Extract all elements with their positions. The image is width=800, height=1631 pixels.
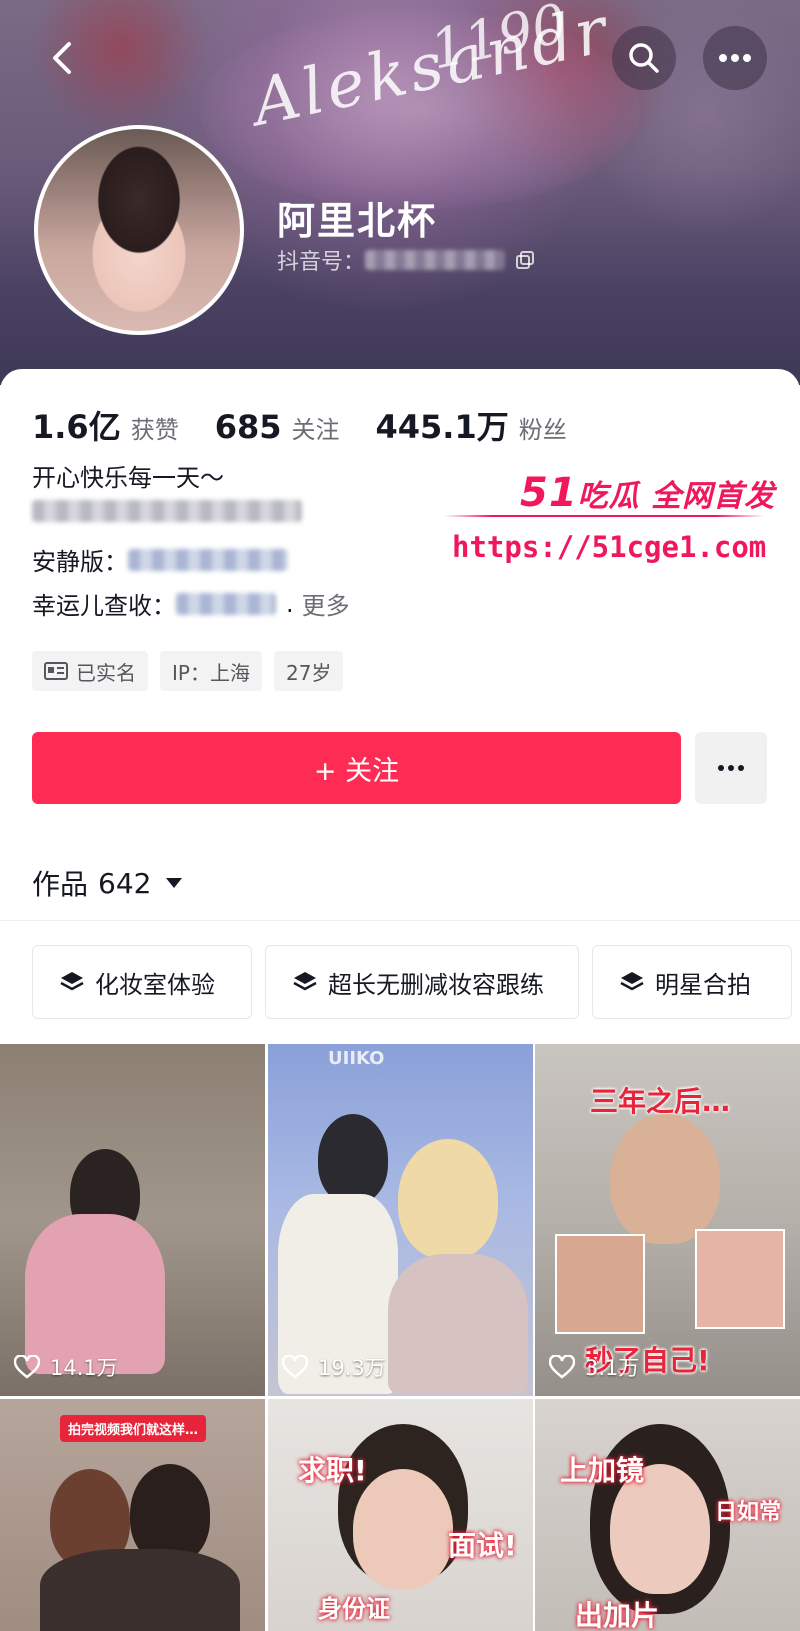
video-likes: 3.1万 [549,1352,639,1382]
layers-icon [60,972,84,991]
bio-line-4: 幸运儿查收： . 更多 [32,586,350,621]
video-likes: 19.3万 [282,1352,386,1382]
thumbnail-figure [25,1214,165,1374]
collection-label: 化妆室体验 [95,970,215,999]
bio-line-2 [32,500,302,522]
followers-label[interactable]: 粉丝 [519,410,567,445]
video-caption: 拍完视频我们就这样… [60,1415,207,1442]
bio-line-3: 安静版： [32,542,288,577]
follow-button[interactable]: + 关注 [32,732,681,804]
watermark-divider [444,515,764,517]
profile-tags: 已实名 IP：上海 27岁 [32,651,344,691]
douyin-id-label: 抖音号： [277,250,366,275]
thumbnail-figure [388,1254,528,1394]
age-tag: 27岁 [273,651,344,691]
video-caption-c: 身份证 [318,1595,390,1623]
collection-label: 超长无删减妆容跟练 [328,970,544,999]
video-caption-b: 面试! [448,1529,517,1562]
follow-more-button[interactable] [695,732,767,804]
search-button[interactable] [612,26,676,90]
bio-line-1: 开心快乐每一天～ [32,464,224,492]
thumbnail-inset [695,1229,785,1329]
watermark-title: 51吃瓜 全网首发 [520,470,775,516]
watermark-number: 51 [520,470,578,516]
works-tab[interactable]: 作品 642 [32,863,183,903]
collections-row: 化妆室体验 超长无删减妆容跟练 明星合拍 [32,945,792,1019]
following-count[interactable]: 685 [215,408,282,446]
video-likes-count: 3.1万 [585,1356,640,1380]
thumbnail-figure [398,1139,498,1259]
douyin-id: 抖音号： [277,244,535,276]
video-caption-c: 出加片 [575,1599,660,1631]
back-button[interactable] [30,26,94,90]
thumbnail-figure [610,1114,720,1244]
likes-label: 获赞 [130,416,179,444]
more-options-button[interactable] [703,26,767,90]
search-icon [629,43,659,73]
copy-icon[interactable] [515,250,535,270]
chevron-left-icon [53,42,71,74]
id-card-icon [44,662,68,680]
collection-makeup-tutorial[interactable]: 超长无删减妆容跟练 [265,945,579,1019]
section-divider [0,920,800,921]
bio-alt-account-label: 安静版： [32,548,128,576]
video-caption-a: 求职! [298,1454,367,1487]
bio-dot: . [286,589,294,618]
thumbnail-figure [353,1469,453,1589]
heart-icon [549,1355,575,1379]
heart-icon [282,1355,308,1379]
ellipsis-icon [718,765,744,771]
thumbnail-inset [555,1234,645,1334]
bio-lucky-link[interactable] [176,592,276,615]
video-thumbnail[interactable]: 14.1万 [0,1044,265,1396]
backdrop-sign: UIIKO [328,1048,385,1069]
collection-celebrity-collab[interactable]: 明星合拍 [592,945,792,1019]
nickname: 阿里北杯 [277,199,438,243]
video-thumbnail[interactable]: UIIKO 19.3万 [268,1044,533,1396]
douyin-id-redacted [365,250,506,270]
thumbnail-figure [40,1549,240,1631]
video-thumbnail[interactable]: 拍完视频我们就这样… [0,1399,265,1631]
bio-lucky-label: 幸运儿查收： [32,592,176,620]
profile-stats: 1.6亿 获赞 685 关注 445.1万 粉丝 [32,402,603,448]
following-label[interactable]: 关注 [292,410,340,445]
layers-icon [620,972,644,991]
heart-icon [14,1355,40,1379]
bio-redacted-contact [32,500,302,522]
collection-label: 明星合拍 [655,970,751,999]
video-thumbnail[interactable]: 三年之后… 秒了自己! 3.1万 [535,1044,800,1396]
works-label: 作品 [32,868,89,901]
video-likes: 14.1万 [14,1352,118,1382]
video-caption-a: 上加镜 [560,1454,645,1487]
thumbnail-figure [318,1114,388,1204]
video-thumbnail[interactable]: 求职! 面试! 身份证 [268,1399,533,1631]
bio-alt-account-link[interactable] [128,548,288,571]
ip-tag: IP：上海 [160,651,262,691]
likes-count: 1.6亿 [32,408,121,446]
ellipsis-icon [719,54,751,62]
watermark-text: 吃瓜 全网首发 [577,479,776,514]
collection-makeup-room[interactable]: 化妆室体验 [32,945,252,1019]
caret-down-icon [166,878,183,888]
verified-tag: 已实名 [32,651,148,691]
bio-more-link[interactable]: 更多 [302,586,350,621]
followers-count[interactable]: 445.1万 [376,402,509,448]
watermark-url: https://51cge1.com [452,530,767,564]
works-count: 642 [98,866,152,900]
layers-icon [293,972,317,991]
video-likes-count: 14.1万 [50,1356,118,1380]
video-likes-count: 19.3万 [318,1356,386,1380]
video-thumbnail[interactable]: 上加镜 日如常 出加片 [535,1399,800,1631]
verified-label: 已实名 [76,660,136,685]
avatar[interactable] [34,125,244,335]
video-caption-b: 日如常 [715,1500,782,1525]
